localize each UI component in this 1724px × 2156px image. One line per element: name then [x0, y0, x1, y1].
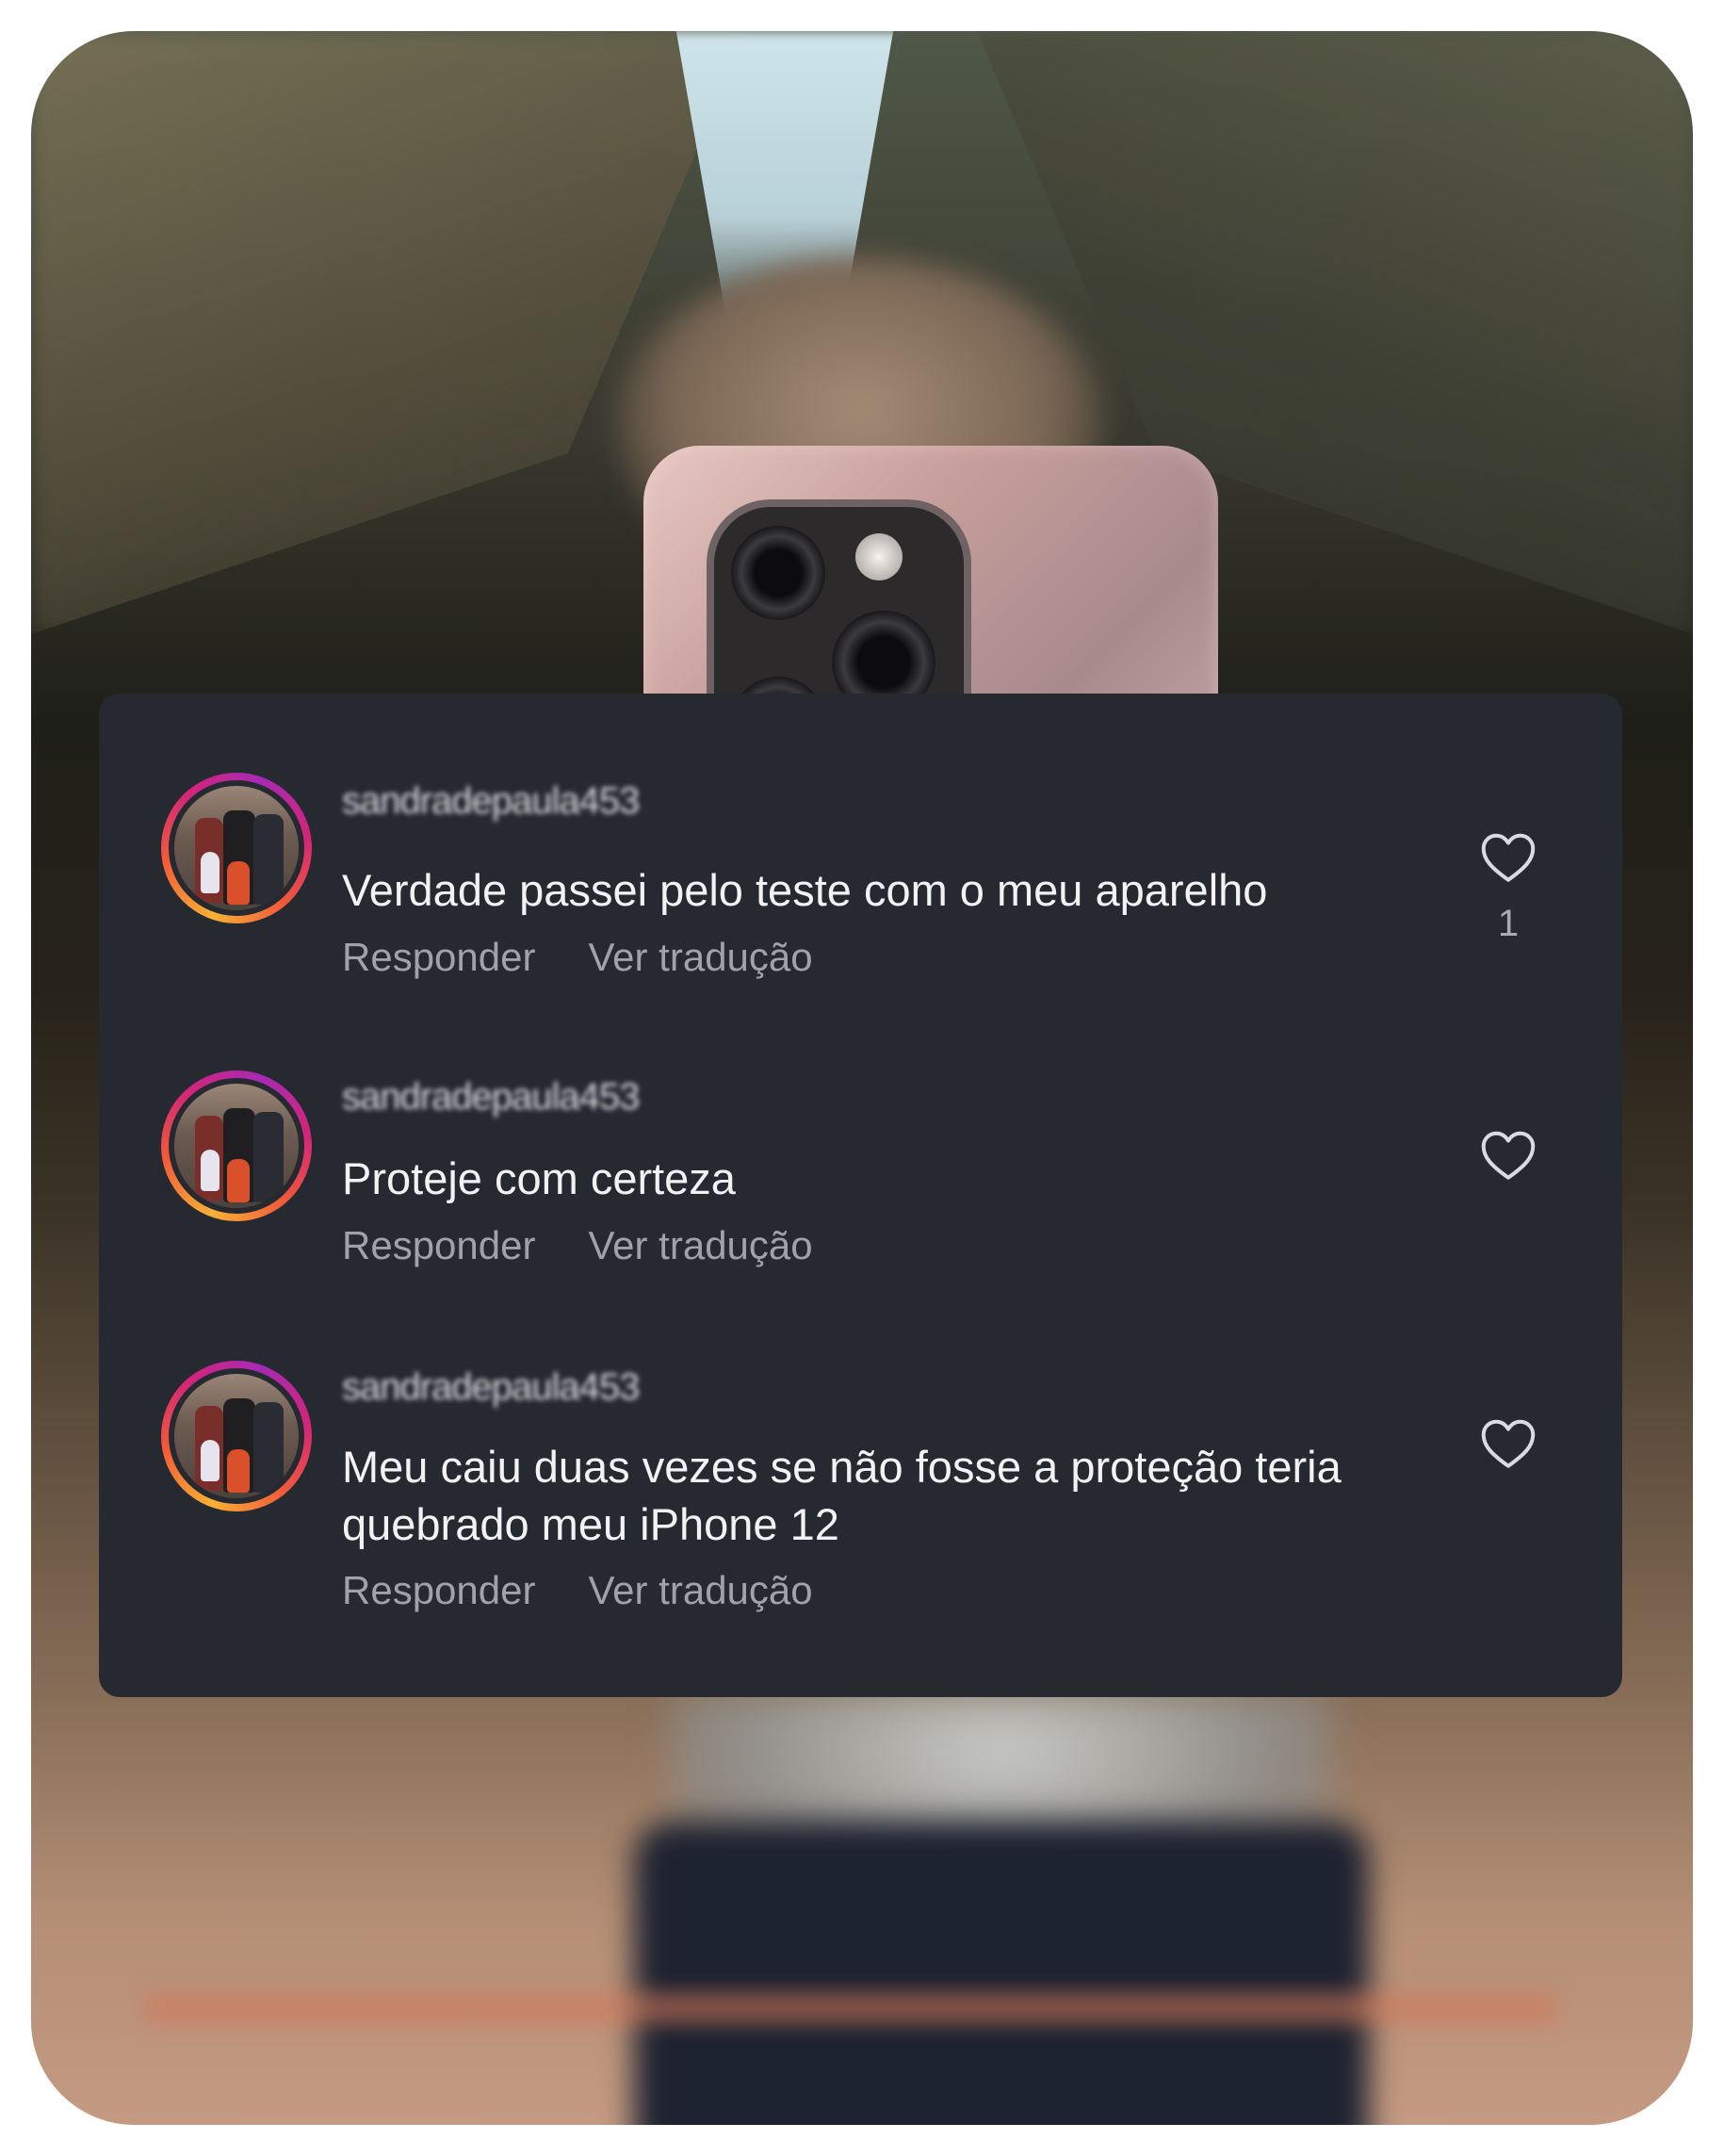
- reply-button[interactable]: Responder: [342, 1223, 535, 1268]
- avatar[interactable]: [161, 773, 312, 923]
- comment-text: Verdade passei pelo teste com o meu apar…: [342, 865, 1268, 915]
- ceiling-left: [31, 31, 747, 634]
- heart-icon[interactable]: [1480, 1129, 1537, 1182]
- comment-username[interactable]: sandradepaula453: [342, 1366, 640, 1409]
- heart-icon[interactable]: [1480, 831, 1537, 884]
- reply-button[interactable]: Responder: [342, 1568, 535, 1613]
- floor-stripe: [144, 1991, 1557, 2025]
- translate-button[interactable]: Ver tradução: [588, 1223, 812, 1268]
- comment-text: Meu caiu duas vezes se não fosse a prote…: [342, 1442, 1342, 1549]
- reply-button[interactable]: Responder: [342, 935, 535, 980]
- like-count: 1: [1497, 903, 1520, 944]
- avatar-photo: [174, 1374, 299, 1498]
- heart-icon[interactable]: [1480, 1417, 1537, 1470]
- avatar-photo: [174, 786, 299, 910]
- avatar[interactable]: [161, 1070, 312, 1221]
- comment-text: Proteje com certeza: [342, 1153, 736, 1203]
- camera-lens-icon: [731, 526, 825, 620]
- avatar[interactable]: [161, 1361, 312, 1511]
- comment-username[interactable]: sandradepaula453: [342, 1076, 640, 1119]
- translate-button[interactable]: Ver tradução: [588, 935, 812, 980]
- translate-button[interactable]: Ver tradução: [588, 1568, 812, 1613]
- comment-username[interactable]: sandradepaula453: [342, 780, 640, 823]
- avatar-photo: [174, 1084, 299, 1208]
- comments-panel: sandradepaula453 Verdade passei pelo tes…: [99, 694, 1622, 1697]
- person-pants: [634, 1821, 1369, 2125]
- flash-icon: [855, 533, 903, 580]
